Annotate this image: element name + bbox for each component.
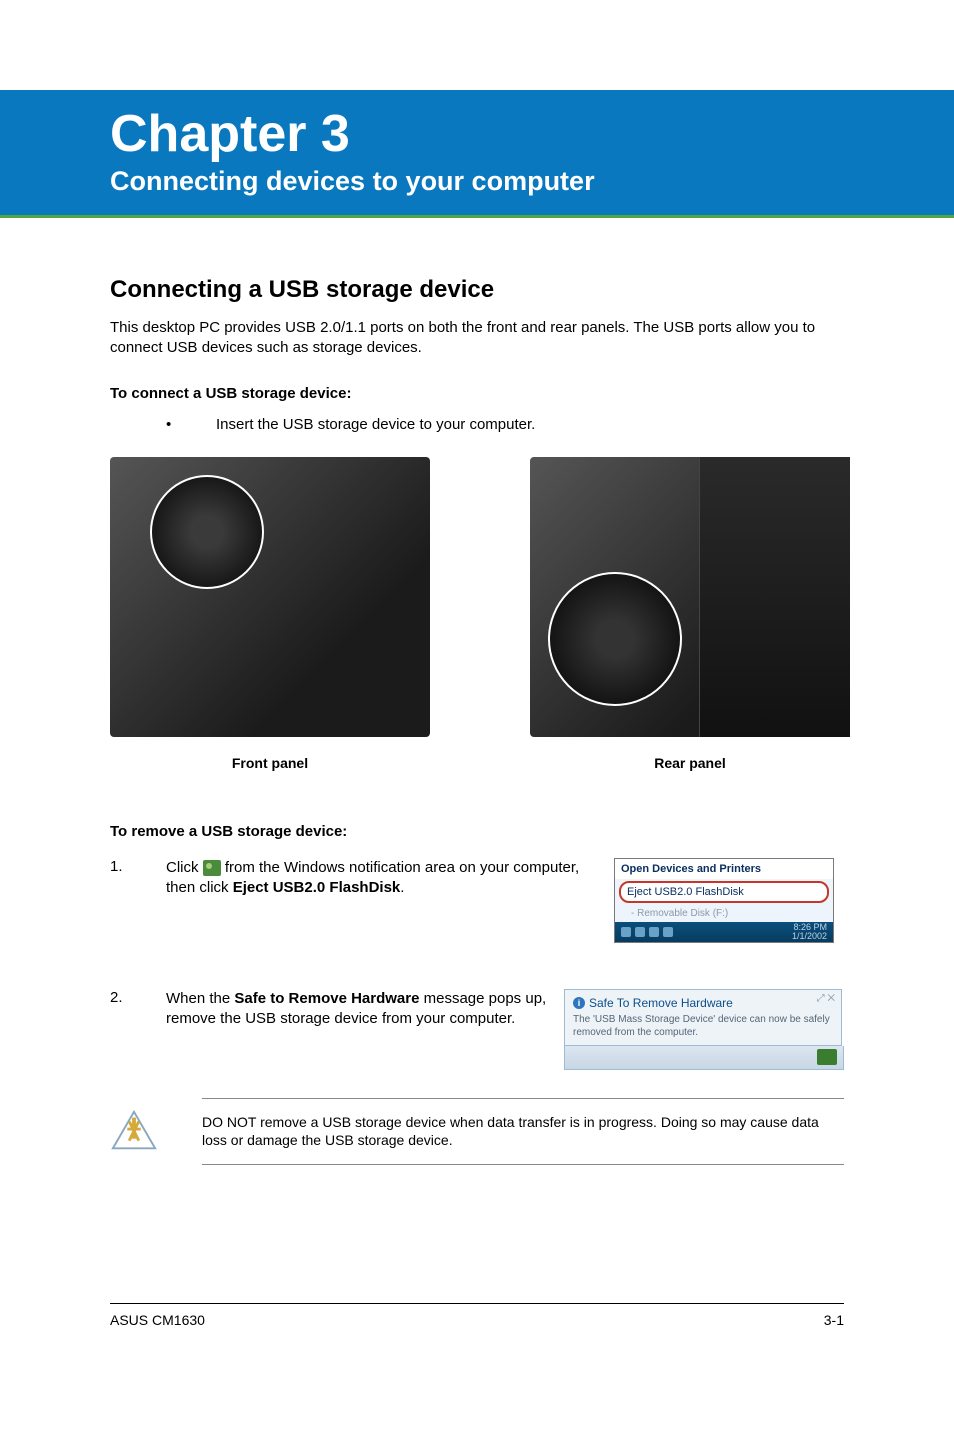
- chapter-banner: Chapter 3 Connecting devices to your com…: [0, 90, 954, 218]
- info-icon: i: [573, 997, 585, 1009]
- taskbar-icon: [635, 927, 645, 937]
- popup2-title: i Safe To Remove Hardware: [573, 996, 833, 1010]
- warning-box: DO NOT remove a USB storage device when …: [202, 1098, 844, 1166]
- step2-text: When the Safe to Remove Hardware message…: [166, 989, 564, 1070]
- step2-screenshot: ⤢ ✕ i Safe To Remove Hardware The 'USB M…: [564, 989, 844, 1070]
- safe-remove-popup: ⤢ ✕ i Safe To Remove Hardware The 'USB M…: [564, 989, 842, 1046]
- warning-triangle-icon: [110, 1109, 158, 1153]
- eject-popup: Open Devices and Printers Eject USB2.0 F…: [614, 858, 834, 943]
- chapter-title: Connecting devices to your computer: [110, 166, 954, 197]
- front-panel-block: Front panel: [110, 457, 430, 771]
- section-heading: Connecting a USB storage device: [110, 276, 844, 304]
- tray-icon: [203, 860, 221, 876]
- page-content: Connecting a USB storage device This des…: [110, 260, 844, 1165]
- connect-heading: To connect a USB storage device:: [110, 385, 844, 402]
- popup-removable-disk: - Removable Disk (F:): [615, 905, 833, 922]
- front-panel-image: [110, 457, 430, 737]
- section-intro: This desktop PC provides USB 2.0/1.1 por…: [110, 318, 844, 359]
- remove-step-2: 2. When the Safe to Remove Hardware mess…: [110, 989, 844, 1070]
- popup-controls: ⤢ ✕: [817, 993, 835, 1004]
- remove-heading: To remove a USB storage device:: [110, 823, 844, 840]
- rear-panel-image: [530, 457, 850, 737]
- bullet-dot: •: [166, 416, 216, 433]
- front-panel-caption: Front panel: [232, 755, 308, 771]
- rear-panel-caption: Rear panel: [654, 755, 726, 771]
- step2-number: 2.: [110, 989, 166, 1070]
- step1-screenshot: Open Devices and Printers Eject USB2.0 F…: [614, 858, 844, 943]
- popup2-taskbar: [564, 1046, 844, 1070]
- warning-text: DO NOT remove a USB storage device when …: [202, 1113, 844, 1151]
- page-footer: ASUS CM1630 3-1: [110, 1303, 844, 1328]
- popup-open-devices: Open Devices and Printers: [615, 859, 833, 879]
- popup2-body: The 'USB Mass Storage Device' device can…: [573, 1013, 833, 1039]
- step1-number: 1.: [110, 858, 166, 943]
- connect-bullet-text: Insert the USB storage device to your co…: [216, 416, 535, 433]
- footer-model: ASUS CM1630: [110, 1312, 205, 1328]
- step1-text: Click from the Windows notification area…: [166, 858, 614, 943]
- footer-page-number: 3-1: [824, 1312, 844, 1328]
- chapter-number: Chapter 3: [110, 104, 954, 164]
- remove-step-1: 1. Click from the Windows notification a…: [110, 858, 844, 943]
- popup-taskbar: 8:26 PM 1/1/2002: [615, 922, 833, 942]
- rear-panel-block: Rear panel: [530, 457, 850, 771]
- tray-icon: [817, 1049, 837, 1065]
- taskbar-icon: [649, 927, 659, 937]
- popup-eject-flashdisk: Eject USB2.0 FlashDisk: [619, 881, 829, 903]
- connect-bullet: • Insert the USB storage device to your …: [166, 416, 844, 433]
- taskbar-date: 1/1/2002: [792, 932, 827, 941]
- taskbar-icon: [621, 927, 631, 937]
- taskbar-icon: [663, 927, 673, 937]
- panels-row: Front panel Rear panel: [110, 457, 844, 771]
